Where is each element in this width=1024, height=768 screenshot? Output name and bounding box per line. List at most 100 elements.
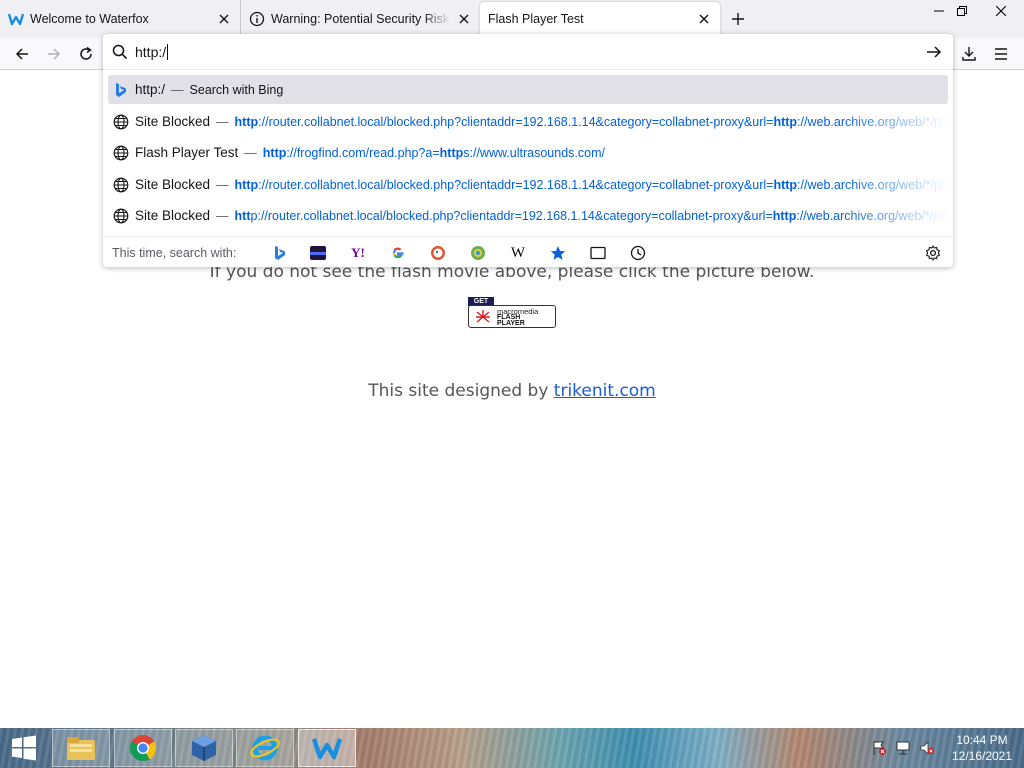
badge-box: macromedia FLASH PLAYER [468, 305, 556, 328]
system-tray [870, 728, 936, 768]
globe-icon [113, 208, 129, 224]
urlbar-input[interactable]: http:/ [135, 44, 169, 60]
one-off-label: This time, search with: [112, 246, 237, 260]
result-separator: — [244, 145, 257, 160]
result-separator: — [216, 114, 229, 129]
action-center-flag-icon[interactable] [870, 739, 888, 757]
url-match: http [773, 177, 798, 192]
url-part: ://web.archive.org/web/*/pill [796, 208, 948, 223]
text-caret [167, 44, 169, 60]
result-action: Search with Bing [189, 82, 284, 97]
url-match: http [234, 114, 259, 129]
result-separator: — [216, 177, 229, 192]
close-icon[interactable] [456, 11, 472, 27]
menu-button[interactable] [988, 42, 1014, 66]
result-separator: — [216, 208, 229, 223]
waterfox-taskbar-icon[interactable] [298, 729, 356, 767]
result-history[interactable]: Flash Player Test — http://frogfind.com/… [108, 138, 948, 167]
url-match: htt [234, 208, 251, 223]
virtualbox-icon[interactable] [175, 729, 233, 767]
bookmarks-star-icon[interactable] [547, 243, 569, 263]
urlbar-value: http:/ [135, 44, 167, 60]
screen: Welcome to Waterfox Warning: Potential S… [0, 0, 1024, 768]
tab-title: Flash Player Test [488, 12, 584, 26]
tabs-icon[interactable] [587, 243, 609, 263]
url-part: ://router.collabnet.local/blocked.php?cl… [258, 114, 774, 129]
file-explorer-icon[interactable] [52, 729, 110, 767]
url-match: http [772, 208, 797, 223]
macromedia-logo-icon [475, 309, 491, 325]
url-part: p://router.collabnet.local/blocked.php?c… [250, 208, 773, 223]
result-text: http:/ [135, 82, 166, 97]
result-history[interactable]: Site Blocked — http://router.collabnet.l… [108, 201, 948, 230]
badge-flash-player: FLASH PLAYER [497, 314, 525, 327]
tab-title: Welcome to Waterfox [30, 12, 149, 26]
url-match: http [773, 114, 798, 129]
bing-icon [113, 82, 129, 98]
urlbar-dropdown: http:/ http:/ — Search with Bing Site Bl… [103, 34, 953, 267]
badge-player: PLAYER [497, 320, 525, 327]
close-icon[interactable] [216, 11, 232, 27]
url-part: ://frogfind.com/read.php?a= [286, 145, 440, 160]
tab-title: Warning: Potential Security Risk Ahead [271, 12, 450, 26]
chrome-icon[interactable] [114, 729, 172, 767]
result-history[interactable]: Site Blocked — http://router.collabnet.l… [108, 107, 948, 136]
result-title: Site Blocked [135, 177, 211, 192]
result-url: http://router.collabnet.local/blocked.ph… [235, 115, 948, 129]
result-separator: — [171, 82, 184, 97]
tab-flash-player-test[interactable]: Flash Player Test [480, 2, 720, 36]
history-clock-icon[interactable] [627, 243, 649, 263]
new-tab-button[interactable] [727, 9, 749, 29]
search-settings-gear-icon[interactable] [922, 243, 944, 263]
taskbar-clock[interactable]: 10:44 PM 12/16/2021 [944, 732, 1020, 764]
clock-date: 12/16/2021 [951, 749, 1013, 763]
globe-icon [113, 177, 129, 193]
trikenit-link[interactable]: trikenit.com [554, 381, 656, 401]
designed-by-prefix: This site designed by [368, 381, 554, 401]
bookmark-bar-engine-icon[interactable] [307, 243, 329, 263]
result-history[interactable]: Site Blocked — http://router.collabnet.l… [108, 170, 948, 199]
url-part: ://web.archive.org/web/*/pill [797, 177, 948, 192]
tab-strip: Welcome to Waterfox Warning: Potential S… [0, 0, 1024, 38]
result-url: http://router.collabnet.local/blocked.ph… [235, 209, 948, 223]
result-search-bing[interactable]: http:/ — Search with Bing [108, 75, 948, 104]
back-button[interactable] [9, 42, 35, 66]
windows-taskbar: 10:44 PM 12/16/2021 [0, 728, 1024, 768]
clock-time: 10:44 PM [956, 733, 1008, 747]
bing-icon[interactable] [269, 243, 291, 263]
get-flash-player-badge[interactable]: GET macromedia FLASH PLAYER [468, 297, 556, 328]
ecosia-icon[interactable] [467, 243, 489, 263]
urlbar[interactable]: http:/ [103, 34, 953, 70]
restore-button[interactable] [947, 0, 977, 22]
search-icon [112, 44, 128, 60]
reload-button[interactable] [73, 42, 99, 66]
globe-icon [113, 145, 129, 161]
downloads-button[interactable] [956, 42, 982, 66]
url-part: ://web.archive.org/web/*/pill [797, 114, 948, 129]
tab-welcome[interactable]: Welcome to Waterfox [0, 0, 240, 38]
close-icon[interactable] [696, 11, 712, 27]
waterfox-icon [8, 11, 24, 27]
url-match: http [262, 145, 287, 160]
internet-explorer-icon[interactable] [236, 729, 294, 767]
result-title: Flash Player Test [135, 145, 239, 160]
volume-muted-icon[interactable] [918, 739, 936, 757]
tab-security-warning[interactable]: Warning: Potential Security Risk Ahead [240, 0, 480, 38]
url-part: ://www.ultrasounds.com/ [469, 145, 605, 160]
url-match: http [439, 145, 464, 160]
result-title: Site Blocked [135, 208, 211, 223]
forward-button[interactable] [41, 42, 67, 66]
start-button[interactable] [2, 729, 46, 767]
one-off-search-bar: This time, search with: Y! W [103, 236, 953, 267]
url-match: http [234, 177, 259, 192]
window-close-button[interactable] [977, 0, 1024, 22]
network-icon[interactable] [894, 739, 912, 757]
wikipedia-icon[interactable]: W [507, 243, 529, 263]
result-title: Site Blocked [135, 114, 211, 129]
go-arrow-icon[interactable] [925, 44, 943, 60]
designed-by-text: This site designed by trikenit.com [0, 381, 1024, 401]
yahoo-icon[interactable]: Y! [347, 243, 369, 263]
duckduckgo-icon[interactable] [427, 243, 449, 263]
google-icon[interactable] [387, 243, 409, 263]
info-icon [249, 11, 265, 27]
